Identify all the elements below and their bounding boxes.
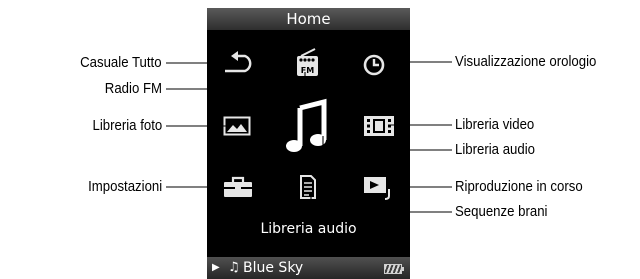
- battery-icon: [384, 264, 404, 274]
- fm-radio-icon[interactable]: FM: [295, 48, 321, 78]
- status-bar: ▶ ♫ Blue Sky: [207, 257, 410, 279]
- video-library-icon[interactable]: [362, 114, 396, 138]
- playlist-icon[interactable]: [299, 174, 317, 200]
- svg-text:FM: FM: [301, 66, 314, 75]
- device-screen: Home FM Libreria audio ▶ ♫ Blue Sky: [207, 8, 410, 279]
- callout-playlists: Sequenze brani: [455, 203, 548, 220]
- callout-photo-library: Libreria foto: [92, 117, 162, 134]
- now-playing-track: Blue Sky: [243, 260, 304, 276]
- callout-clock-display: Visualizzazione orologio: [455, 53, 597, 70]
- callout-fm-radio: Radio FM: [104, 80, 162, 97]
- music-note-small-icon: ♫: [228, 260, 240, 275]
- play-icon: ▶: [212, 262, 220, 273]
- callout-video-library: Libreria video: [455, 116, 535, 133]
- shuffle-all-icon[interactable]: [221, 51, 257, 77]
- clock-icon[interactable]: [362, 53, 386, 77]
- screen-title: Home: [207, 8, 410, 30]
- now-playing-icon[interactable]: [363, 175, 397, 201]
- callout-shuffle-all: Casuale Tutto: [80, 54, 162, 71]
- photo-library-icon[interactable]: [223, 116, 251, 136]
- callout-settings: Impostazioni: [87, 178, 162, 195]
- music-note-icon[interactable]: [284, 98, 330, 154]
- callout-now-playing: Riproduzione in corso: [455, 178, 583, 195]
- settings-toolbox-icon[interactable]: [223, 176, 253, 198]
- selected-item-caption: Libreria audio: [260, 221, 357, 237]
- callout-music-library: Libreria audio: [455, 141, 535, 158]
